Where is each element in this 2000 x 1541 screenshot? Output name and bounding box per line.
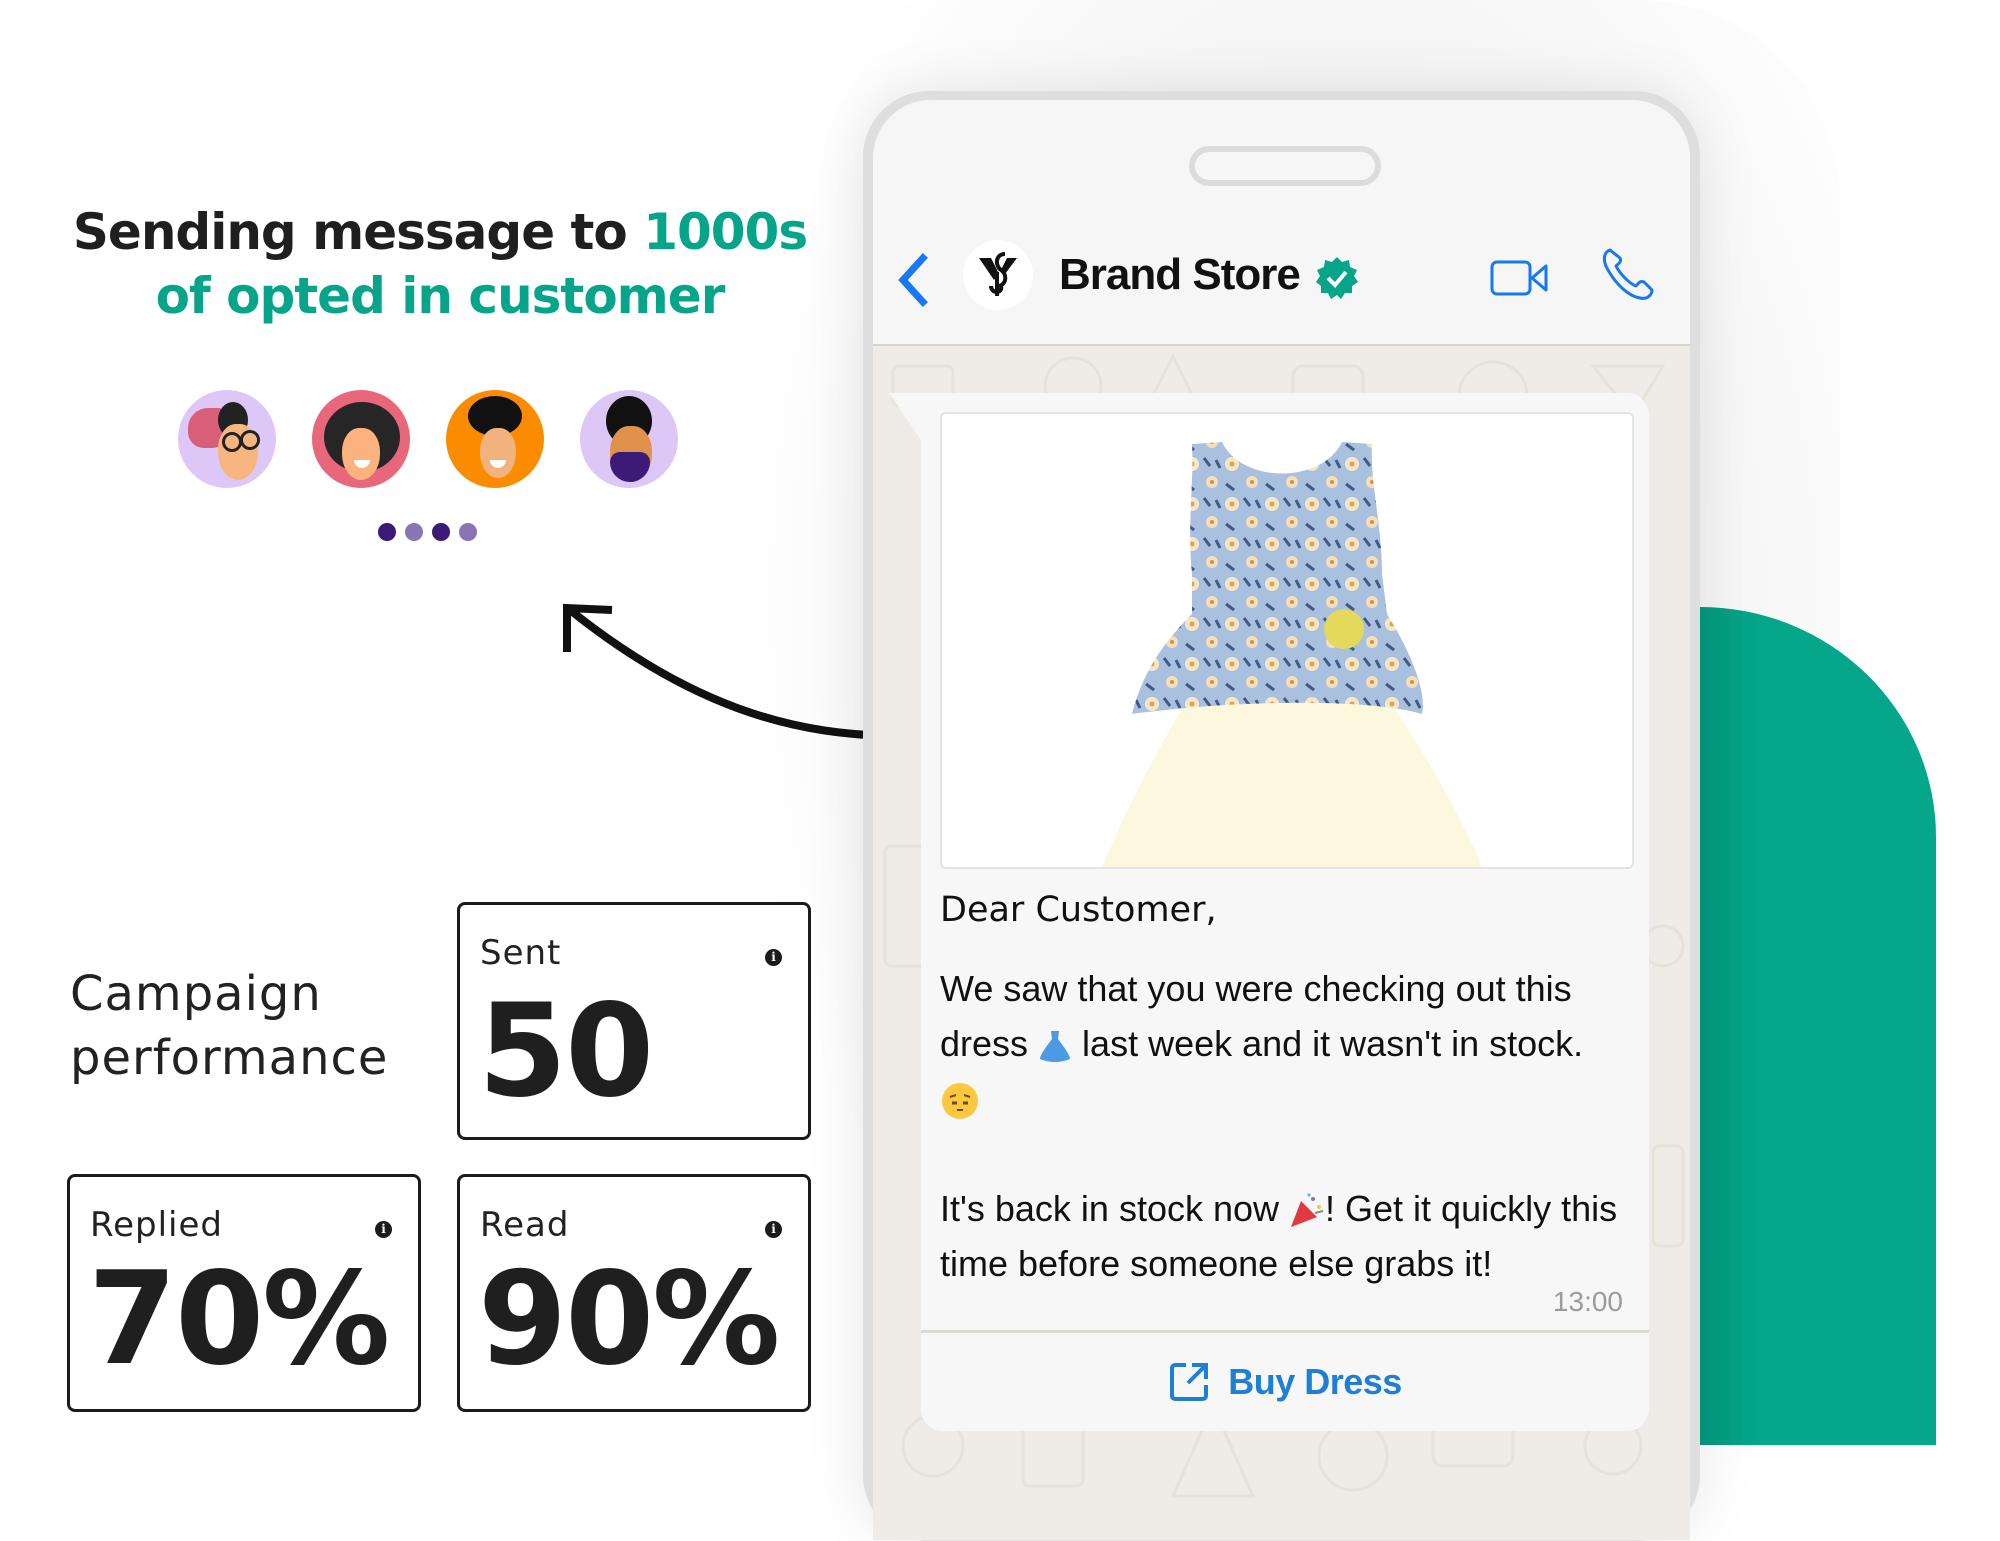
headline: Sending message to 1000s of opted in cus… <box>40 200 840 328</box>
dot <box>378 523 396 541</box>
verified-badge-icon <box>1316 257 1358 299</box>
decorative-green-shape <box>1700 607 1936 1445</box>
stat-label: Replied <box>90 1205 223 1245</box>
headline-accent-audience: of opted in customer <box>155 267 726 325</box>
dot <box>405 523 423 541</box>
glasses-icon <box>240 430 260 450</box>
phone-call-icon[interactable] <box>1600 246 1656 302</box>
stat-card-replied: Replied i 70% <box>67 1174 421 1412</box>
product-image-dress[interactable] <box>940 412 1634 869</box>
title-line-2: performance <box>70 1030 389 1086</box>
face-shape <box>480 428 516 478</box>
stat-card-sent: Sent i 50 <box>457 902 811 1140</box>
stat-label: Sent <box>480 933 562 973</box>
stat-value: 50 <box>478 977 654 1126</box>
brand-logo-icon <box>979 252 1017 296</box>
title-line-1: Campaign <box>70 966 322 1022</box>
campaign-performance-title: Campaign performance <box>70 962 388 1090</box>
customer-avatar-4 <box>580 390 678 488</box>
message-text-segment: It's back in stock now <box>940 1188 1290 1229</box>
external-link-icon <box>1170 1363 1209 1401</box>
dot <box>432 523 450 541</box>
dot <box>459 523 477 541</box>
customer-avatar-3 <box>446 390 544 488</box>
stat-value: 90% <box>478 1245 780 1394</box>
message-bubble: Dear Customer, We saw that you were chec… <box>921 393 1649 1431</box>
message-text-segment: last week and it wasn't in stock. <box>1072 1023 1584 1064</box>
phone-mockup: Brand Store Dear Customer, We saw that y… <box>863 91 1700 1541</box>
back-chevron-icon[interactable] <box>893 252 933 308</box>
info-icon[interactable]: i <box>765 1221 782 1238</box>
more-customers-dots <box>378 523 477 541</box>
phone-screen: Brand Store Dear Customer, We saw that y… <box>873 100 1690 1540</box>
bubble-tail <box>889 393 923 443</box>
pensive-face-emoji-icon <box>942 1083 978 1120</box>
stat-label: Read <box>480 1205 570 1245</box>
buy-dress-button[interactable]: Buy Dress <box>921 1333 1649 1431</box>
customer-avatar-1 <box>178 390 276 488</box>
message-greeting: Dear Customer, <box>940 890 1217 930</box>
brand-logo-avatar[interactable] <box>963 240 1033 310</box>
info-icon[interactable]: i <box>375 1221 392 1238</box>
message-paragraph-1: We saw that you were checking out this d… <box>940 961 1630 1126</box>
contact-name[interactable]: Brand Store <box>1059 250 1301 300</box>
customer-avatar-2 <box>312 390 410 488</box>
face-shape <box>342 428 380 480</box>
video-call-icon[interactable] <box>1490 258 1550 298</box>
customer-avatars <box>178 390 678 488</box>
dress-emoji-icon <box>1040 1031 1071 1063</box>
buy-dress-label: Buy Dress <box>1228 1361 1402 1402</box>
headline-text: Sending message to <box>72 203 644 261</box>
party-popper-emoji-icon <box>1291 1193 1324 1228</box>
phone-speaker <box>1189 146 1381 186</box>
dress-illustration <box>1102 442 1482 867</box>
info-icon[interactable]: i <box>765 949 782 966</box>
message-timestamp: 13:00 <box>1552 1286 1623 1317</box>
message-text: Dear Customer, We saw that you were chec… <box>940 885 1630 1291</box>
stat-value: 70% <box>88 1245 390 1394</box>
beard-shape <box>610 452 650 482</box>
chat-header: Brand Store <box>873 100 1690 346</box>
message-paragraph-2: It's back in stock now ! Get it quickly … <box>940 1181 1630 1291</box>
headline-accent-count: 1000s <box>643 203 808 261</box>
stat-card-read: Read i 90% <box>457 1174 811 1412</box>
glasses-icon <box>222 432 242 452</box>
